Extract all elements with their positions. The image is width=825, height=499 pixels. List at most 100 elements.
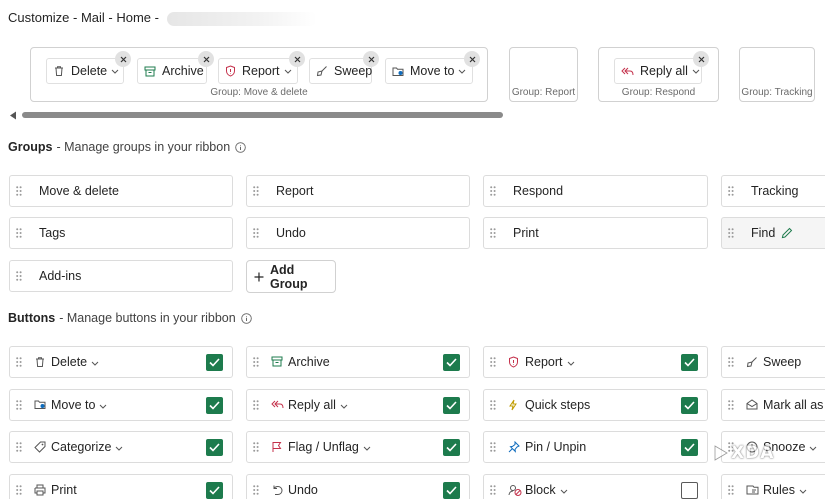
drag-handle-icon[interactable]: [728, 400, 734, 410]
remove-archive-button[interactable]: [198, 51, 214, 67]
drag-handle-icon[interactable]: [490, 186, 496, 196]
button-card-print[interactable]: Print: [9, 474, 233, 499]
button-card-delete[interactable]: Delete: [9, 346, 233, 378]
info-icon[interactable]: [235, 141, 246, 153]
drag-handle-icon[interactable]: [16, 271, 22, 281]
drag-handle-icon[interactable]: [490, 485, 496, 495]
group-card-undo[interactable]: Undo: [246, 217, 470, 249]
group-card-add-ins[interactable]: Add-ins: [9, 260, 233, 292]
ribbon-report-button[interactable]: Report: [218, 51, 305, 84]
lightning-icon: [509, 399, 517, 411]
close-icon: [698, 56, 704, 62]
button-card-pin-unpin[interactable]: Pin / Unpin: [483, 431, 708, 463]
pin-unpin-checkbox[interactable]: [681, 439, 698, 456]
button-card-label: Quick steps: [525, 398, 591, 412]
info-icon[interactable]: [240, 312, 252, 324]
drag-handle-icon[interactable]: [253, 400, 259, 410]
button-card-label: Mark all as r: [763, 398, 825, 412]
move-to-checkbox[interactable]: [206, 397, 223, 414]
delete-checkbox[interactable]: [206, 354, 223, 371]
group-card-tags[interactable]: Tags: [9, 217, 233, 249]
print-checkbox[interactable]: [206, 482, 223, 499]
ribbon-sweep-button[interactable]: Sweep: [309, 51, 379, 84]
button-card-move-to[interactable]: Move to: [9, 389, 233, 421]
remove-delete-button[interactable]: [115, 51, 131, 67]
remove-move-to-button[interactable]: [464, 51, 480, 67]
group-card-print[interactable]: Print: [483, 217, 708, 249]
quick-steps-checkbox[interactable]: [681, 397, 698, 414]
group-card-tracking[interactable]: Tracking: [721, 175, 825, 207]
button-card-sweep[interactable]: Sweep: [721, 346, 825, 378]
flag-unflag-checkbox[interactable]: [443, 439, 460, 456]
drag-handle-icon[interactable]: [16, 186, 22, 196]
buttons-section-description: - Manage buttons in your ribbon: [59, 311, 236, 325]
ribbon-group-report[interactable]: Group: Report: [509, 47, 578, 102]
ribbon-reply-all-button[interactable]: Reply all: [614, 51, 709, 84]
undo-checkbox[interactable]: [443, 482, 460, 499]
remove-reply-all-button[interactable]: [693, 51, 709, 67]
archive-checkbox[interactable]: [443, 354, 460, 371]
button-card-label: Flag / Unflag: [288, 440, 371, 454]
drag-handle-icon[interactable]: [253, 186, 259, 196]
drag-handle-icon[interactable]: [490, 357, 496, 367]
drag-handle-icon[interactable]: [490, 400, 496, 410]
ribbon-move-to-label: Move to: [410, 64, 455, 78]
button-card-quick-steps[interactable]: Quick steps: [483, 389, 708, 421]
button-card-report[interactable]: Report: [483, 346, 708, 378]
ribbon-delete-button[interactable]: Delete: [46, 51, 131, 84]
button-card-reply-all[interactable]: Reply all: [246, 389, 470, 421]
shield-icon: [226, 65, 235, 77]
button-card-categorize[interactable]: Categorize: [9, 431, 233, 463]
add-group-button[interactable]: Add Group: [246, 260, 336, 293]
group-card-respond[interactable]: Respond: [483, 175, 708, 207]
horizontal-scrollbar-thumb[interactable]: [22, 112, 503, 118]
remove-sweep-button[interactable]: [363, 51, 379, 67]
report-checkbox[interactable]: [681, 354, 698, 371]
drag-handle-icon[interactable]: [16, 400, 22, 410]
pencil-edit-icon[interactable]: [781, 227, 793, 239]
drag-handle-icon[interactable]: [253, 228, 259, 238]
drag-handle-icon[interactable]: [728, 186, 734, 196]
ribbon-move-to-button[interactable]: Move to: [385, 51, 480, 84]
scroll-left-arrow-icon[interactable]: [9, 111, 17, 120]
drag-handle-icon[interactable]: [728, 357, 734, 367]
group-card-find[interactable]: Find: [721, 217, 825, 249]
block-checkbox[interactable]: [681, 482, 698, 499]
group-card-report[interactable]: Report: [246, 175, 470, 207]
button-card-label: Pin / Unpin: [525, 440, 587, 454]
trash-icon: [55, 66, 63, 76]
drag-handle-icon[interactable]: [253, 442, 259, 452]
button-card-rules[interactable]: Rules: [721, 474, 825, 499]
group-card-move-delete[interactable]: Move & delete: [9, 175, 233, 207]
drag-handle-icon[interactable]: [16, 228, 22, 238]
button-card-flag-unflag[interactable]: Flag / Unflag: [246, 431, 470, 463]
group-card-label: Undo: [276, 226, 306, 240]
drag-handle-icon[interactable]: [490, 228, 496, 238]
pin-icon: [508, 441, 520, 453]
ribbon-archive-button[interactable]: Archive: [137, 51, 214, 84]
drag-handle-icon[interactable]: [16, 485, 22, 495]
button-card-archive[interactable]: Archive: [246, 346, 470, 378]
chevron-down-icon: [111, 69, 119, 74]
button-card-label: Archive: [288, 355, 330, 369]
plus-icon: [254, 272, 264, 281]
ribbon-group-tracking[interactable]: Group: Tracking: [739, 47, 815, 102]
drag-handle-icon[interactable]: [16, 357, 22, 367]
drag-handle-icon[interactable]: [16, 442, 22, 452]
remove-report-button[interactable]: [289, 51, 305, 67]
button-card-block[interactable]: Block: [483, 474, 708, 499]
button-card-undo[interactable]: Undo: [246, 474, 470, 499]
drag-handle-icon[interactable]: [253, 357, 259, 367]
categorize-checkbox[interactable]: [206, 439, 223, 456]
drag-handle-icon[interactable]: [728, 228, 734, 238]
checkmark-icon: [684, 401, 695, 410]
drag-handle-icon[interactable]: [253, 485, 259, 495]
shield-icon: [509, 356, 518, 368]
drag-handle-icon[interactable]: [728, 485, 734, 495]
button-label-text: Flag / Unflag: [288, 440, 359, 454]
tag-icon: [34, 441, 46, 453]
button-card-mark-all-read[interactable]: Mark all as r: [721, 389, 825, 421]
drag-handle-icon[interactable]: [490, 442, 496, 452]
reply-all-checkbox[interactable]: [443, 397, 460, 414]
group-caption-respond: Group: Respond: [621, 87, 696, 98]
